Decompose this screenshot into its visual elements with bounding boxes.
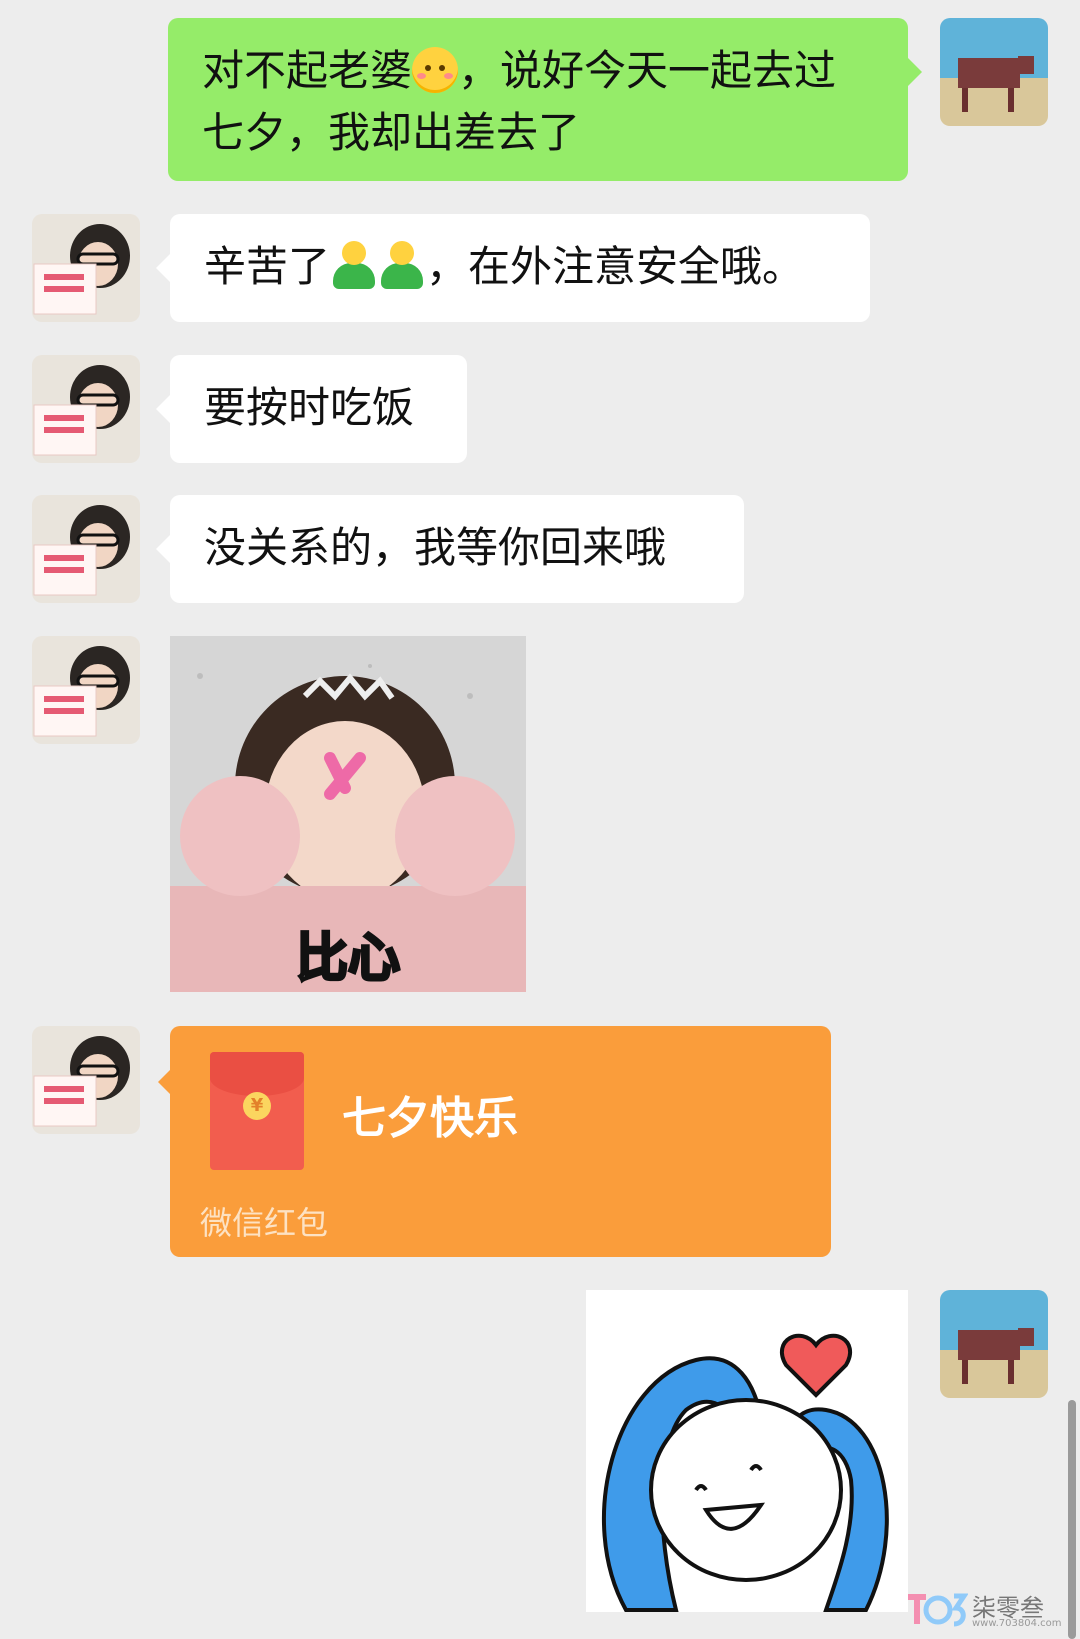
message-text: ，在外注意安全哦。 [426, 242, 805, 291]
message-text: 辛苦了 [204, 242, 331, 291]
watermark-logo: 柒零叁 www.703804.com [908, 1588, 1062, 1632]
wife-avatar[interactable] [32, 1026, 140, 1134]
sticker-girl-heart[interactable]: 比心 [170, 636, 526, 992]
sticker-heart-arms[interactable] [586, 1290, 908, 1612]
wife-avatar[interactable] [32, 214, 140, 322]
hug-emoji-icon [378, 241, 426, 291]
scrollbar[interactable] [1068, 1400, 1076, 1639]
red-packet-title: 七夕快乐 [342, 1093, 518, 1144]
my-avatar[interactable] [940, 1290, 1048, 1398]
hug-emoji-icon [330, 241, 378, 291]
wife-avatar[interactable] [32, 636, 140, 744]
wife-avatar[interactable] [32, 495, 140, 603]
message-text: 没关系的，我等你回来哦 [204, 523, 667, 572]
sticker-caption: 比心 [296, 929, 400, 989]
yuan-coin-icon: ¥ [243, 1092, 271, 1120]
red-packet-footer: 微信红包 [200, 1204, 329, 1242]
message-text: 要按时吃饭 [204, 383, 415, 432]
red-packet-card[interactable]: ¥ 七夕快乐 微信红包 [158, 1026, 831, 1257]
message-text: 对不起老婆 [202, 46, 413, 95]
wife-avatar[interactable] [32, 355, 140, 463]
watermark-url: www.703804.com [972, 1618, 1062, 1629]
my-avatar[interactable] [940, 18, 1048, 126]
message-bubble-outgoing[interactable]: 对不起老婆 ，说好今天一起去过七夕，我却出差去了 [168, 18, 922, 181]
red-envelope-icon: ¥ [210, 1052, 304, 1170]
smiling-face-icon [412, 47, 459, 93]
message-bubble-incoming[interactable]: 辛苦了 ，在外注意安全哦。 [156, 214, 870, 322]
message-bubble-incoming[interactable]: 要按时吃饭 [156, 355, 467, 463]
message-bubble-incoming[interactable]: 没关系的，我等你回来哦 [156, 495, 744, 603]
